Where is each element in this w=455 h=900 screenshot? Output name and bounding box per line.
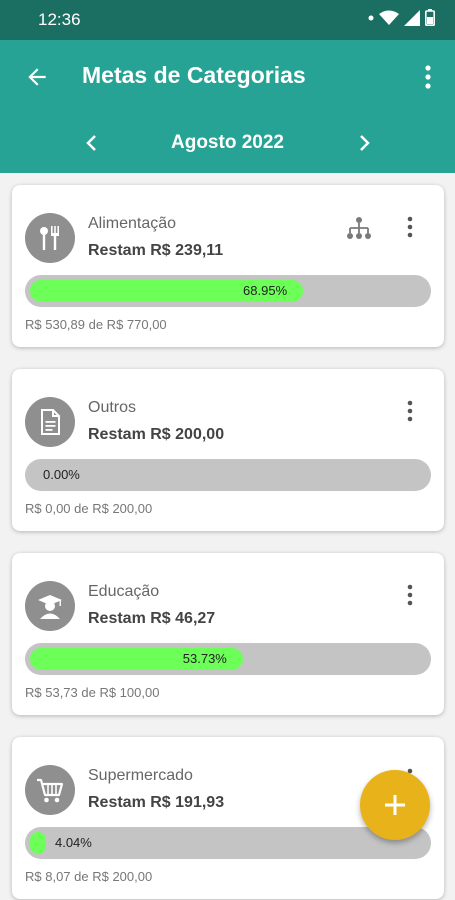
wifi-icon: [379, 10, 399, 25]
progress-percent: 53.73%: [182, 651, 227, 666]
remaining-amount: Restam R$ 191,93: [88, 794, 225, 811]
spent-of-budget: R$ 0,00 de R$ 200,00: [25, 501, 153, 516]
category-name: Supermercado: [88, 767, 193, 784]
progress-percent: 68.95%: [243, 283, 288, 298]
progress-percent: 0.00%: [43, 467, 80, 482]
fork-knife-icon: [25, 213, 75, 263]
progress-bar: 68.95%: [25, 275, 431, 307]
more-vert-icon[interactable]: [404, 215, 416, 239]
remaining-amount: Restam R$ 200,00: [88, 426, 225, 443]
status-icons: [368, 9, 435, 26]
month-label: Agosto 2022: [171, 132, 284, 153]
status-bar: 12:36: [0, 0, 455, 40]
battery-icon: [425, 9, 435, 26]
plus-icon: [385, 795, 405, 815]
next-month-chevron-icon[interactable]: [354, 132, 374, 154]
category-name: Alimentação: [88, 215, 177, 232]
spent-of-budget: R$ 8,07 de R$ 200,00: [25, 869, 153, 884]
goal-card-alimentacao[interactable]: Alimentação Restam R$ 239,11 68.95% R$ 5…: [12, 185, 444, 347]
category-name: Outros: [88, 399, 137, 416]
progress-fill: [30, 832, 46, 854]
signal-icon: [404, 9, 420, 26]
progress-percent: 4.04%: [54, 835, 92, 850]
more-vert-icon[interactable]: [404, 583, 416, 607]
more-vert-icon[interactable]: [421, 62, 435, 92]
goal-card-educacao[interactable]: Educação Restam R$ 46,27 53.73% R$ 53,73…: [12, 553, 444, 715]
app-bar: Metas de Categorias Agosto 2022: [0, 40, 455, 173]
remaining-amount: Restam R$ 46,27: [88, 610, 216, 627]
subcategories-tree-icon[interactable]: [346, 215, 372, 241]
progress-bar: 4.04%: [25, 827, 431, 859]
status-time: 12:36: [38, 10, 81, 29]
graduate-icon: [25, 581, 75, 631]
spent-of-budget: R$ 530,89 de R$ 770,00: [25, 317, 167, 332]
category-name: Educação: [88, 583, 160, 600]
cart-icon: [25, 765, 75, 815]
page-title: Metas de Categorias: [82, 62, 306, 88]
progress-bar: 53.73%: [25, 643, 431, 675]
back-arrow-icon[interactable]: [24, 64, 50, 90]
more-vert-icon[interactable]: [404, 399, 416, 423]
goal-card-outros[interactable]: Outros Restam R$ 200,00 0.00% R$ 0,00 de…: [12, 369, 444, 531]
add-goal-button[interactable]: [360, 770, 430, 840]
progress-bar: 0.00%: [25, 459, 431, 491]
notification-dot-icon: [368, 15, 374, 20]
document-icon: [25, 397, 75, 447]
spent-of-budget: R$ 53,73 de R$ 100,00: [25, 685, 160, 700]
remaining-amount: Restam R$ 239,11: [88, 242, 224, 259]
